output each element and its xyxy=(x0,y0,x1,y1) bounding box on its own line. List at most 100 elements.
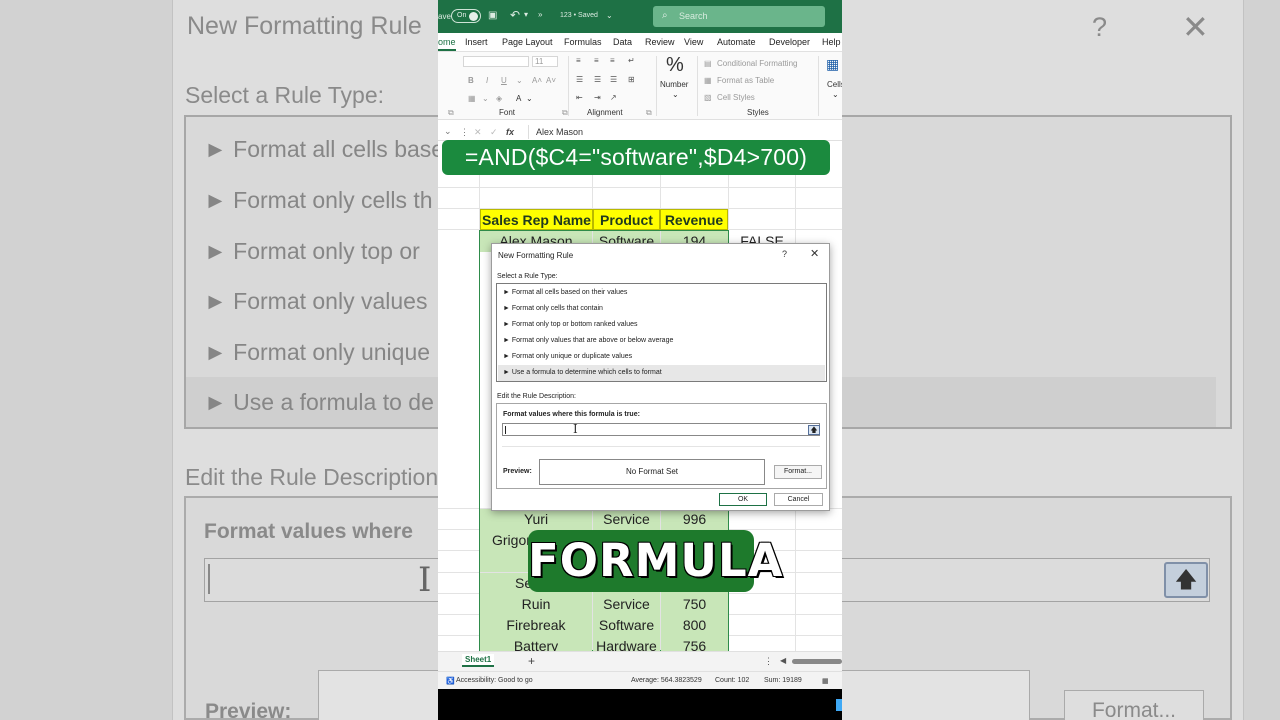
tab-page-layout[interactable]: Page Layout xyxy=(502,37,553,47)
align-middle-icon[interactable]: ≡ xyxy=(594,56,599,65)
align-right-icon[interactable]: ☰ xyxy=(610,75,617,84)
number-format-button[interactable]: Number xyxy=(660,80,688,89)
tab-formulas[interactable]: Formulas xyxy=(564,37,602,47)
align-center-icon[interactable]: ☰ xyxy=(594,75,601,84)
undo-icon[interactable]: ↶ xyxy=(510,8,520,22)
table-cell[interactable]: Firebreak xyxy=(480,615,592,636)
decrease-font-icon[interactable]: A˅ xyxy=(546,76,556,85)
header-product[interactable]: Product xyxy=(593,209,660,230)
italic-icon[interactable]: I xyxy=(486,76,488,85)
tab-help[interactable]: Help xyxy=(822,37,841,47)
save-icon[interactable]: ▣ xyxy=(488,10,497,21)
cells-button[interactable]: Cells xyxy=(827,80,842,89)
rule-type-item[interactable]: ► Format all cells based on their values xyxy=(498,285,825,301)
accessibility-status[interactable]: Accessibility: Good to go xyxy=(456,677,533,684)
align-bottom-icon[interactable]: ≡ xyxy=(610,56,615,65)
borders-dropdown-icon[interactable]: ⌄ xyxy=(482,94,489,103)
cell-styles-button[interactable]: Cell Styles xyxy=(717,93,755,102)
search-box[interactable]: ⌕ Search xyxy=(653,6,825,27)
number-dropdown-icon[interactable]: ⌄ xyxy=(672,90,679,99)
merge-center-icon[interactable]: ⊞ xyxy=(628,75,635,84)
table-cell[interactable]: Service xyxy=(593,509,660,530)
percent-icon[interactable]: % xyxy=(666,54,684,77)
font-color-dropdown-icon[interactable]: ⌄ xyxy=(526,94,533,103)
confirm-entry-icon[interactable]: ✓ xyxy=(490,127,498,138)
tab-developer[interactable]: Developer xyxy=(769,37,810,47)
tab-insert[interactable]: Insert xyxy=(465,37,488,47)
cell-styles-icon[interactable]: ▧ xyxy=(704,93,712,102)
tab-home[interactable]: ome xyxy=(438,37,456,51)
cancel-entry-icon[interactable]: ✕ xyxy=(474,127,482,138)
rule-type-item[interactable]: ► Format only cells that contain xyxy=(498,301,825,317)
tab-options-icon[interactable]: ⋮ xyxy=(764,656,773,667)
tab-review[interactable]: Review xyxy=(645,37,675,47)
table-cell[interactable]: Battery xyxy=(480,636,592,651)
table-cell[interactable]: Service xyxy=(593,594,660,615)
accessibility-icon[interactable]: ♿ xyxy=(446,677,455,685)
sheet-tab[interactable]: Sheet1 xyxy=(462,654,495,667)
clipboard-launcher-icon[interactable]: ⧉ xyxy=(448,108,454,118)
rule-type-item-selected[interactable]: ► Use a formula to determine which cells… xyxy=(498,365,825,381)
table-cell[interactable]: 996 xyxy=(661,509,728,530)
header-sales-rep[interactable]: Sales Rep Name xyxy=(480,209,593,230)
font-color-icon[interactable]: A xyxy=(516,94,521,103)
wrap-text-icon[interactable]: ↵ xyxy=(628,56,635,65)
close-icon[interactable]: ✕ xyxy=(810,247,819,260)
table-cell[interactable]: Software xyxy=(593,615,660,636)
table-cell[interactable]: Ruin xyxy=(480,594,592,615)
table-cell[interactable]: 750 xyxy=(661,594,728,615)
header-revenue[interactable]: Revenue xyxy=(660,209,728,230)
format-as-table-icon[interactable]: ▦ xyxy=(704,76,712,85)
increase-font-icon[interactable]: A˄ xyxy=(532,76,542,85)
tab-data[interactable]: Data xyxy=(613,37,632,47)
underline-dropdown-icon[interactable]: ⌄ xyxy=(516,76,523,85)
table-cell[interactable]: Yuri xyxy=(480,509,592,530)
scroll-left-icon[interactable]: ◀ xyxy=(780,656,786,665)
orientation-icon[interactable]: ↗ xyxy=(610,93,617,102)
alignment-launcher-icon[interactable]: ⧉ xyxy=(646,108,652,118)
format-button[interactable]: Format... xyxy=(774,465,822,479)
file-name[interactable]: 123 • Saved xyxy=(560,12,598,19)
name-box-dropdown-icon[interactable]: ⌄ xyxy=(444,126,452,137)
borders-icon[interactable]: ▦ xyxy=(468,94,476,103)
tab-view[interactable]: View xyxy=(684,37,703,47)
help-icon[interactable]: ? xyxy=(782,249,787,259)
conditional-formatting-icon[interactable]: ▤ xyxy=(704,59,712,68)
normal-view-icon[interactable]: ▦ xyxy=(822,677,829,685)
tab-automate[interactable]: Automate xyxy=(717,37,756,47)
underline-icon[interactable]: U xyxy=(501,76,507,85)
autosave-toggle[interactable]: On xyxy=(451,9,481,23)
increase-indent-icon[interactable]: ⇥ xyxy=(594,93,601,102)
align-left-icon[interactable]: ☰ xyxy=(576,75,583,84)
collapse-dialog-icon[interactable]: 🡅 xyxy=(808,425,820,435)
cancel-button[interactable]: Cancel xyxy=(774,493,823,506)
rule-type-item[interactable]: ► Format only top or bottom ranked value… xyxy=(498,317,825,333)
rule-type-list[interactable]: ► Format all cells based on their values… xyxy=(496,283,827,382)
file-dropdown-icon[interactable]: ⌄ xyxy=(606,11,613,20)
decrease-indent-icon[interactable]: ⇤ xyxy=(576,93,583,102)
cells-dropdown-icon[interactable]: ⌄ xyxy=(832,90,839,99)
fill-color-icon[interactable]: ◈ xyxy=(496,94,502,103)
formula-bar-content[interactable]: Alex Mason xyxy=(536,127,583,137)
add-sheet-icon[interactable]: + xyxy=(528,654,535,668)
undo-dropdown-icon[interactable]: ▾ xyxy=(524,10,528,19)
format-as-table-button[interactable]: Format as Table xyxy=(717,76,774,85)
font-launcher-icon[interactable]: ⧉ xyxy=(562,108,568,118)
formula-input[interactable]: 🡅 xyxy=(502,423,820,436)
bold-icon[interactable]: B xyxy=(468,76,474,85)
table-cell[interactable]: 756 xyxy=(661,636,728,651)
insert-function-icon[interactable]: fx xyxy=(506,127,514,137)
font-name-dropdown[interactable] xyxy=(463,56,529,67)
align-top-icon[interactable]: ≡ xyxy=(576,56,581,65)
rule-type-item[interactable]: ► Format only values that are above or b… xyxy=(498,333,825,349)
ok-button[interactable]: OK xyxy=(719,493,767,506)
table-cell[interactable]: Hardware xyxy=(593,636,660,651)
horizontal-scrollbar[interactable] xyxy=(792,659,842,664)
status-sum: Sum: 19189 xyxy=(764,677,802,684)
conditional-formatting-button[interactable]: Conditional Formatting xyxy=(717,59,797,68)
more-commands-icon[interactable]: » xyxy=(538,10,542,19)
rule-type-item[interactable]: ► Format only unique or duplicate values xyxy=(498,349,825,365)
cells-icon[interactable]: ▦ xyxy=(826,56,839,73)
table-cell[interactable]: 800 xyxy=(661,615,728,636)
font-size-dropdown[interactable]: 11 xyxy=(532,56,558,67)
